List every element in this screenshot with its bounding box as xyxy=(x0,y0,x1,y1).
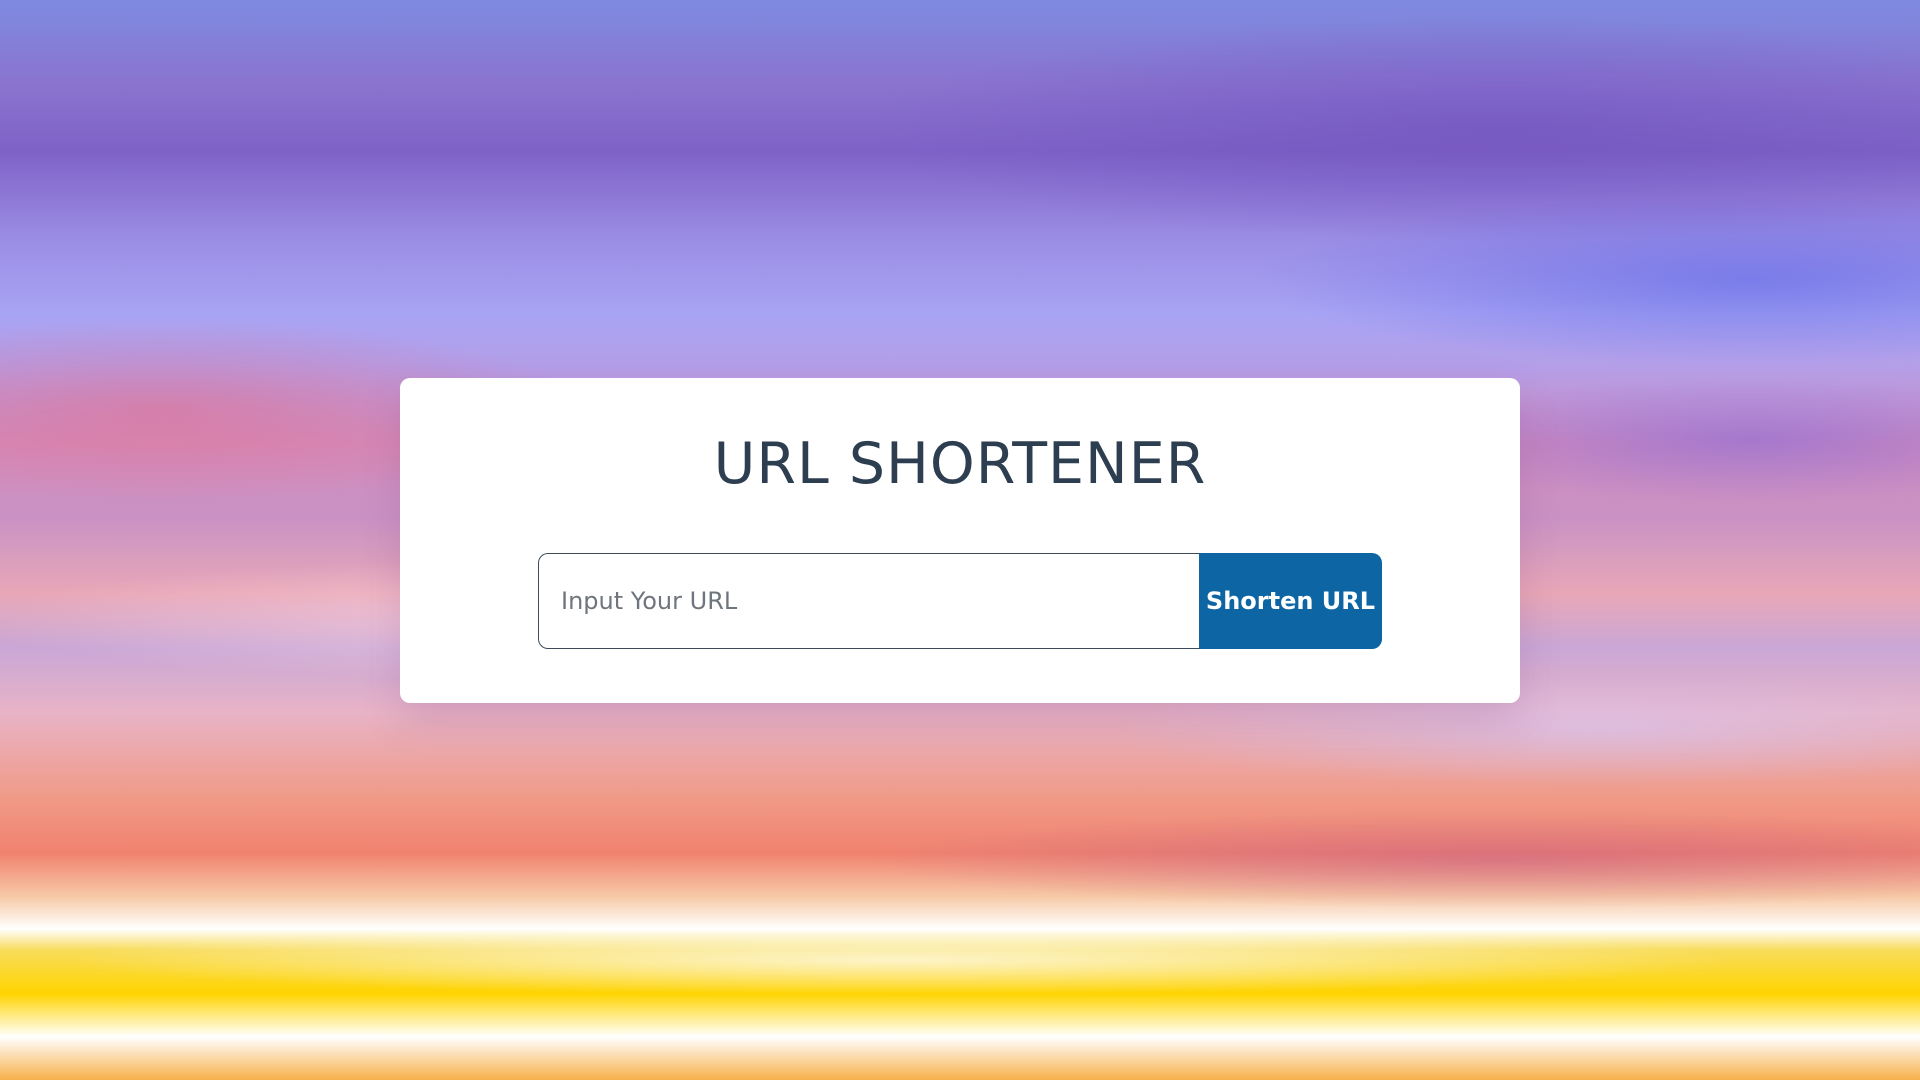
page-title: URL SHORTENER xyxy=(713,431,1207,497)
shorten-url-button[interactable]: Shorten URL xyxy=(1199,553,1382,649)
shorten-form: Shorten URL xyxy=(538,553,1382,649)
shortener-card: URL SHORTENER Shorten URL xyxy=(400,378,1520,703)
url-input[interactable] xyxy=(538,553,1199,649)
